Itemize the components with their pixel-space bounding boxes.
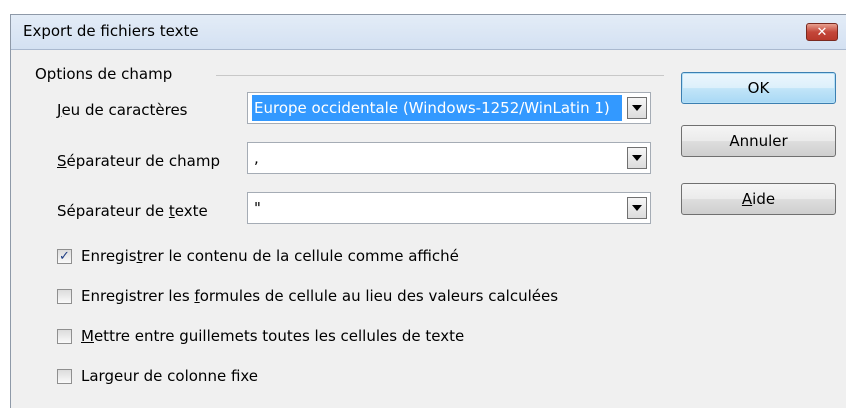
help-button[interactable]: Aide bbox=[681, 183, 836, 215]
text-separator-label: Séparateur de texte bbox=[57, 202, 208, 220]
checkbox-box[interactable] bbox=[57, 328, 72, 344]
checkbox-label: Enregistrer le contenu de la cellule com… bbox=[81, 247, 459, 265]
group-title: Options de champ bbox=[35, 65, 173, 83]
checkbox-label: Largeur de colonne fixe bbox=[81, 367, 259, 385]
text-separator-value[interactable]: " bbox=[252, 195, 622, 221]
checkbox-label: Enregistrer les formules de cellule au l… bbox=[81, 287, 559, 305]
chevron-down-icon bbox=[632, 205, 642, 211]
charset-dropdown-button[interactable] bbox=[627, 97, 647, 119]
text-separator-dropdown-button[interactable] bbox=[627, 197, 647, 219]
help-button-label: Aide bbox=[741, 190, 776, 208]
checkbox-box[interactable] bbox=[57, 288, 72, 304]
ok-button-label: OK bbox=[747, 79, 770, 97]
field-separator-value[interactable]: , bbox=[252, 145, 622, 171]
checkbox-save-formulas[interactable]: Enregistrer les formules de cellule au l… bbox=[57, 287, 558, 305]
checkbox-save-as-shown[interactable]: ✓ Enregistrer le contenu de la cellule c… bbox=[57, 247, 459, 265]
charset-value: Europe occidentale (Windows-1252/WinLati… bbox=[252, 95, 622, 121]
chevron-down-icon bbox=[632, 105, 642, 111]
window-title: Export de fichiers texte bbox=[23, 22, 199, 40]
group-separator bbox=[216, 75, 664, 76]
cancel-button-label: Annuler bbox=[729, 132, 788, 150]
charset-label: Jeu de caractères bbox=[57, 101, 188, 119]
checkbox-box[interactable] bbox=[57, 368, 72, 384]
title-bar[interactable]: Export de fichiers texte ✕ bbox=[11, 15, 846, 50]
checkbox-box[interactable]: ✓ bbox=[57, 248, 72, 264]
checkbox-fixed-column-width[interactable]: Largeur de colonne fixe bbox=[57, 367, 258, 385]
field-separator-label: Séparateur de champ bbox=[57, 152, 220, 170]
cancel-button[interactable]: Annuler bbox=[681, 125, 836, 157]
checkbox-quote-text-cells[interactable]: Mettre entre guillemets toutes les cellu… bbox=[57, 327, 464, 345]
checkbox-label: Mettre entre guillemets toutes les cellu… bbox=[81, 327, 465, 345]
field-separator-combobox[interactable]: , bbox=[247, 142, 651, 174]
field-separator-dropdown-button[interactable] bbox=[627, 147, 647, 169]
text-separator-combobox[interactable]: " bbox=[247, 192, 651, 224]
chevron-down-icon bbox=[632, 155, 642, 161]
charset-combobox[interactable]: Europe occidentale (Windows-1252/WinLati… bbox=[247, 92, 651, 124]
close-button[interactable]: ✕ bbox=[806, 23, 838, 41]
ok-button[interactable]: OK bbox=[681, 72, 836, 104]
export-text-dialog: Export de fichiers texte ✕ Options de ch… bbox=[10, 14, 846, 408]
close-icon: ✕ bbox=[816, 24, 828, 40]
